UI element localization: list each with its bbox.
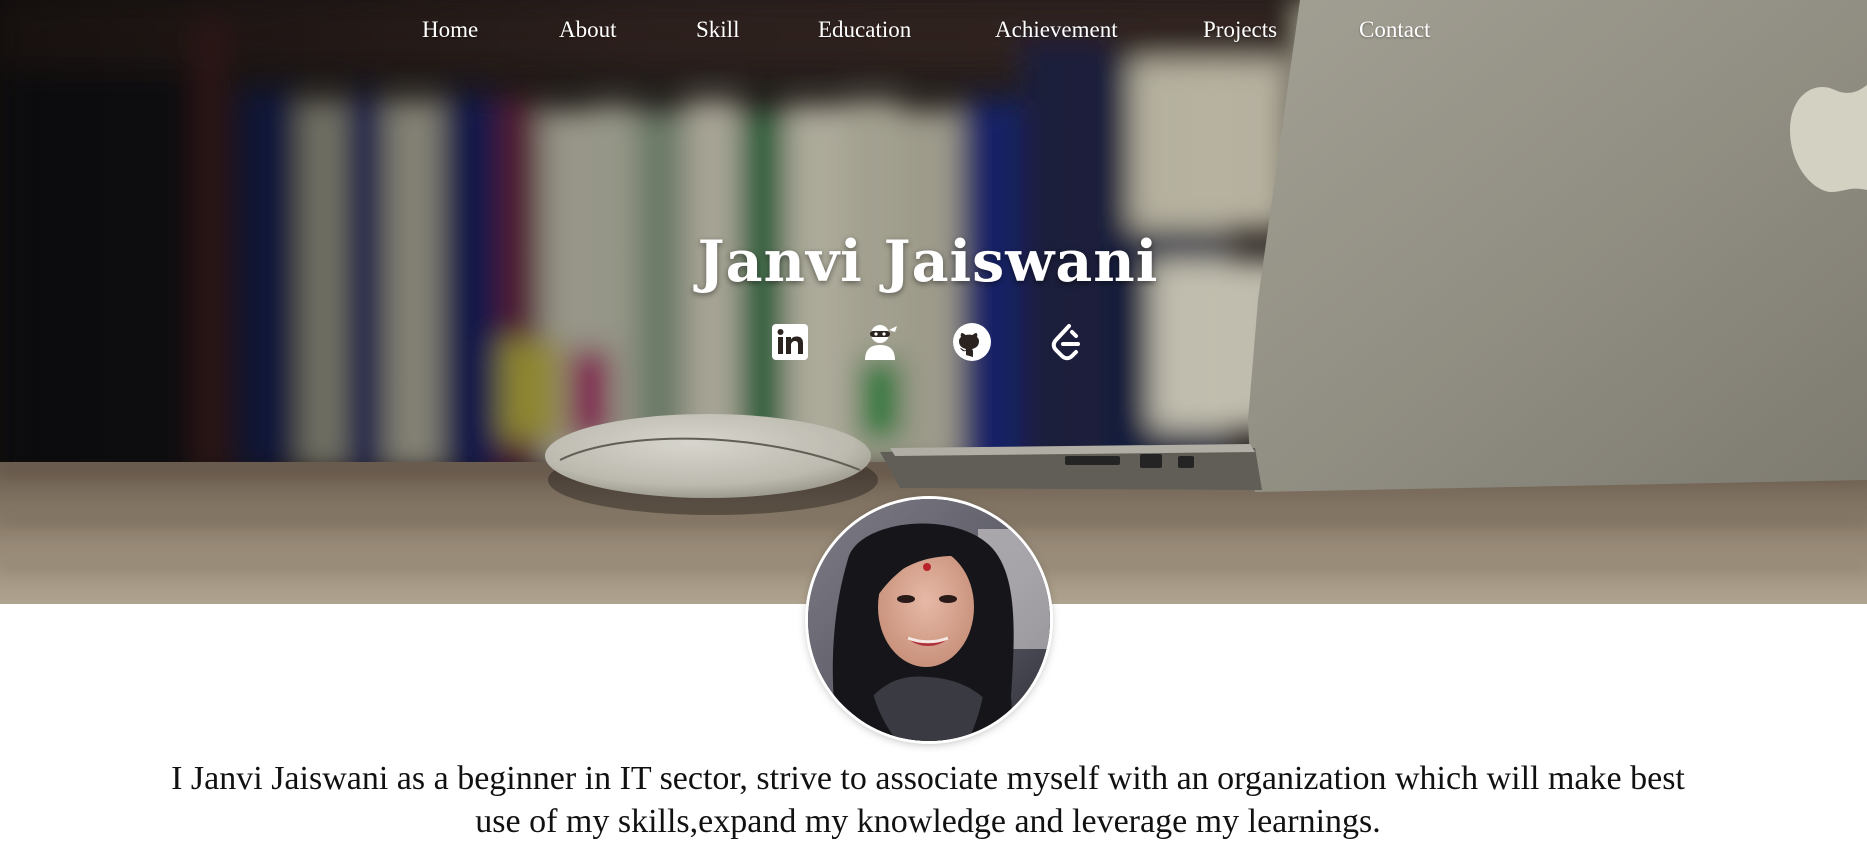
nav-about[interactable]: About [559, 17, 617, 43]
portfolio-page: Home About Skill Education Achievement P… [0, 0, 1867, 859]
hackerrank-ninja-icon[interactable] [858, 320, 902, 364]
nav-achievement[interactable]: Achievement [995, 17, 1118, 43]
profile-avatar [808, 499, 1050, 741]
nav-contact[interactable]: Contact [1359, 17, 1431, 43]
nav-projects[interactable]: Projects [1203, 17, 1277, 43]
profile-photo [808, 499, 1050, 741]
about-bio-text: I Janvi Jaiswani as a beginner in IT sec… [171, 760, 1685, 840]
top-navigation: Home About Skill Education Achievement P… [0, 0, 1867, 62]
nav-home[interactable]: Home [422, 17, 478, 43]
leetcode-icon[interactable] [1044, 320, 1088, 364]
hero-name-title: Janvi Jaiswani [697, 228, 1159, 295]
nav-education[interactable]: Education [818, 17, 911, 43]
linkedin-icon[interactable] [768, 320, 812, 364]
github-icon[interactable] [950, 320, 994, 364]
nav-skill[interactable]: Skill [696, 17, 739, 43]
